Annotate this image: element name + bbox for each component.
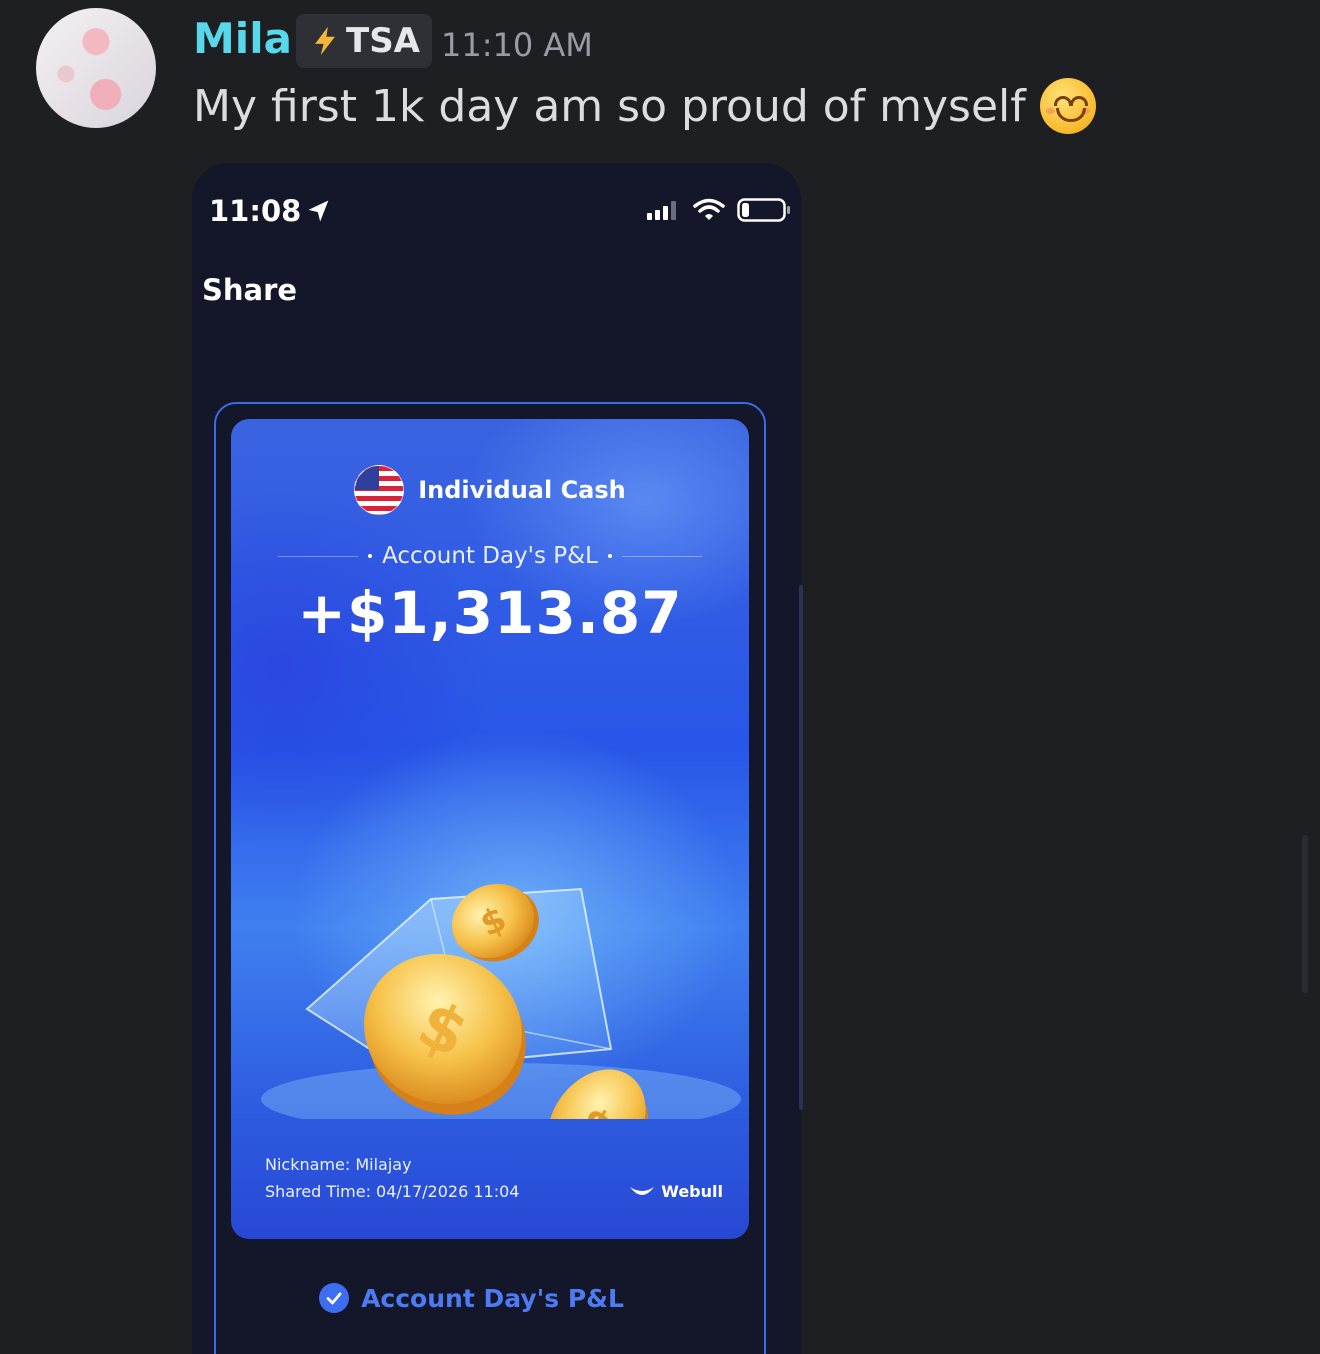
message-timestamp: 11:10 AM [441, 26, 593, 64]
option-label: Account Day's P&L [361, 1283, 624, 1313]
pnl-share-card[interactable]: Individual Cash Account Day's P&L +$1,31… [231, 419, 749, 1239]
card-header: Individual Cash [231, 465, 749, 515]
webull-logo-icon [630, 1186, 655, 1195]
attached-image[interactable]: 11:08 Share Individual Cash Account Day'… [192, 163, 801, 1354]
checkmark-icon [319, 1283, 350, 1313]
pnl-option[interactable]: Account Day's P&L [192, 1283, 801, 1313]
wifi-icon [693, 198, 725, 220]
brand-name: Webull [661, 1182, 723, 1201]
chat-scrollbar[interactable] [1302, 835, 1308, 993]
pnl-label-row: Account Day's P&L [231, 543, 749, 569]
user-avatar[interactable] [36, 8, 156, 128]
shared-time: Shared Time: 04/17/2026 11:04 [265, 1182, 520, 1201]
coins-cube-illustration: $ $ $ [261, 883, 741, 1119]
status-bar-icons [645, 197, 791, 223]
signal-icon [647, 201, 676, 220]
us-flag-icon [354, 465, 405, 515]
account-name: Individual Cash [418, 476, 626, 504]
smiling-face-emoji-icon [1039, 78, 1096, 134]
pnl-label: Account Day's P&L [382, 543, 598, 569]
message-body: My first 1k day am so proud of myself [193, 78, 1096, 134]
location-arrow-icon [308, 200, 329, 222]
pnl-value: +$1,313.87 [297, 579, 683, 647]
server-tag-label: TSA [346, 21, 420, 61]
brand-logo: Webull [628, 1182, 723, 1201]
status-time-text: 11:08 [209, 194, 302, 228]
status-bar-time: 11:08 [209, 194, 333, 228]
battery-icon [737, 198, 790, 222]
username[interactable]: Mila [193, 14, 292, 63]
nickname: Nickname: Milajay [265, 1155, 412, 1174]
page-title: Share [202, 273, 298, 307]
image-scrollbar[interactable] [799, 585, 803, 1110]
message-text: My first 1k day am so proud of myself [193, 80, 1026, 132]
server-tag[interactable]: TSA [296, 14, 432, 68]
lightning-icon [315, 26, 335, 56]
